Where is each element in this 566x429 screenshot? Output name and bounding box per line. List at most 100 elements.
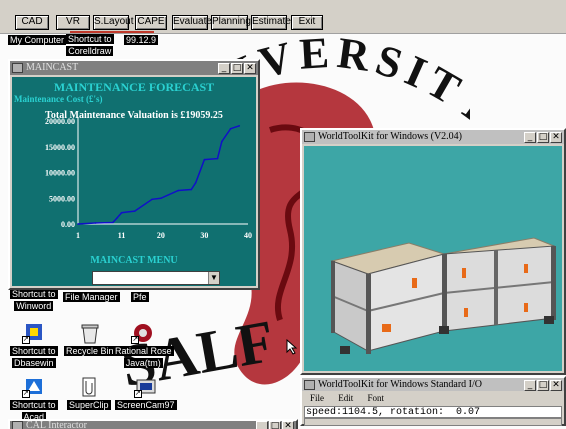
worldtoolkit-io-title: WorldToolKit for Windows Standard I/O bbox=[318, 379, 482, 390]
cape-button[interactable]: CAPE bbox=[135, 15, 167, 30]
close-button[interactable]: ✕ bbox=[550, 380, 562, 391]
window-menu-icon[interactable] bbox=[304, 132, 315, 142]
y-tick-label: 15000.00 bbox=[45, 143, 75, 152]
corel-label-1: Shortcut to bbox=[66, 34, 114, 44]
file-manager-label: File Manager bbox=[63, 292, 120, 302]
minimize-button[interactable]: _ bbox=[256, 421, 268, 429]
cost-series-line bbox=[77, 125, 240, 225]
desktop-icon-pfe[interactable]: Pfe bbox=[131, 291, 149, 303]
superclip-label: SuperClip bbox=[67, 400, 111, 410]
desktop-icon-screencam[interactable]: ↗ ScreenCam97 bbox=[115, 376, 177, 411]
dbasewin-label-1: Shortcut to bbox=[10, 346, 58, 356]
horizontal-scrollbar[interactable] bbox=[304, 418, 562, 426]
vr-viewport[interactable] bbox=[304, 146, 562, 371]
data-point bbox=[190, 188, 193, 191]
shortcut-arrow-icon: ↗ bbox=[21, 390, 30, 398]
my-computer-label: My Computer bbox=[8, 35, 67, 45]
window-menu-icon[interactable] bbox=[304, 380, 315, 390]
y-tick-label: 20000.00 bbox=[45, 117, 75, 126]
menu-edit[interactable]: Edit bbox=[338, 393, 353, 403]
x-tick-label: 1 bbox=[76, 231, 80, 240]
desktop-icon-rational-rose[interactable]: ↗ Rational Rose Java(tm) bbox=[113, 322, 174, 369]
recycle-bin-icon bbox=[78, 322, 102, 344]
exit-button[interactable]: Exit bbox=[291, 15, 323, 30]
application-toolbar: CAD VR S.Layout CAPE Evaluate Planning E… bbox=[0, 0, 566, 34]
cad-button[interactable]: CAD bbox=[15, 15, 49, 30]
data-point bbox=[203, 158, 206, 161]
data-point bbox=[151, 198, 153, 201]
data-point bbox=[216, 157, 219, 160]
maximize-button[interactable]: □ bbox=[231, 63, 243, 74]
vr-button[interactable]: VR bbox=[56, 15, 90, 30]
y-tick-label: 5000.00 bbox=[49, 194, 75, 203]
superclip-icon bbox=[77, 376, 101, 398]
desktop-icon-recycle-bin[interactable]: Recycle Bin bbox=[64, 322, 116, 357]
data-point bbox=[120, 211, 123, 214]
maximize-button[interactable]: □ bbox=[269, 421, 281, 429]
winword-label-1: Shortcut to bbox=[10, 289, 58, 299]
desktop-icon-winword[interactable]: Shortcut to Winword bbox=[10, 288, 58, 312]
desktop-icon-superclip[interactable]: SuperClip bbox=[67, 376, 111, 411]
estimate-button[interactable]: Estimate bbox=[251, 15, 291, 30]
desktop-icon-my-computer[interactable]: My Computer bbox=[8, 34, 67, 46]
cal-interactor-title: CAL Interactor bbox=[26, 420, 87, 429]
maincast-window[interactable]: MAINCAST _ □ ✕ MAINTENANCE FORECAST Main… bbox=[8, 59, 260, 290]
recycle-bin-label: Recycle Bin bbox=[64, 346, 116, 356]
x-tick-label: 20 bbox=[157, 231, 165, 240]
dbasewin-label-2: Dbasewin bbox=[12, 358, 56, 368]
data-point bbox=[194, 182, 197, 184]
maximize-button[interactable]: □ bbox=[537, 380, 549, 391]
s-layout-button[interactable]: S.Layout bbox=[93, 15, 133, 30]
worldtoolkit-title: WorldToolKit for Windows (V2.04) bbox=[318, 131, 463, 142]
data-point bbox=[94, 222, 97, 224]
menu-file[interactable]: File bbox=[310, 393, 324, 403]
x-tick-label: 11 bbox=[118, 231, 126, 240]
planning-button[interactable]: Planning bbox=[211, 15, 251, 30]
maincast-content: MAINTENANCE FORECAST Maintenance Cost (£… bbox=[12, 77, 256, 286]
menu-font[interactable]: Font bbox=[368, 393, 385, 403]
close-button[interactable]: ✕ bbox=[550, 132, 562, 143]
close-button[interactable]: ✕ bbox=[282, 421, 294, 429]
maincast-menu-select[interactable]: ▼ bbox=[92, 271, 220, 285]
desktop-icon-file-manager[interactable]: File Manager bbox=[63, 291, 120, 303]
desktop-icon-dbasewin[interactable]: ↗ Shortcut to Dbasewin bbox=[10, 322, 58, 369]
window-menu-icon[interactable] bbox=[12, 63, 23, 73]
acad-label-1: Shortcut to bbox=[10, 400, 58, 410]
dropdown-arrow-icon[interactable]: ▼ bbox=[208, 272, 219, 284]
io-output: speed:1104.5, rotation: 0.07 bbox=[304, 406, 562, 418]
data-point bbox=[221, 140, 223, 143]
shortcut-arrow-icon: ↗ bbox=[21, 336, 30, 344]
maximize-button[interactable]: □ bbox=[537, 132, 549, 143]
cal-interactor-window[interactable]: CAL Interactor _ □ ✕ bbox=[8, 419, 298, 429]
winword-label-2: Winword bbox=[14, 301, 54, 311]
y-tick-label: 0.00 bbox=[61, 220, 75, 229]
screencam-icon: ↗ bbox=[133, 376, 158, 398]
y-tick-label: 10000.00 bbox=[45, 169, 75, 178]
desktop-icon-top-right[interactable]: 99.12.9 bbox=[124, 34, 159, 46]
rational-rose-label-2: Java(tm) bbox=[123, 358, 163, 368]
evaluate-button[interactable]: Evaluate bbox=[172, 15, 212, 30]
data-point bbox=[229, 127, 232, 130]
dbasewin-icon: ↗ bbox=[21, 322, 46, 344]
rational-rose-icon: ↗ bbox=[131, 322, 155, 344]
data-point bbox=[238, 125, 241, 127]
minimize-button[interactable]: _ bbox=[524, 380, 536, 391]
maintenance-forecast-chart: 0.005000.0010000.0015000.0020000.001 11 20… bbox=[45, 117, 252, 240]
screencam-label: ScreenCam97 bbox=[115, 400, 177, 410]
desktop-icon-acad[interactable]: ↗ Shortcut to Acad bbox=[10, 376, 58, 423]
maincast-menu-label: MAINCAST MENU bbox=[90, 255, 178, 266]
worldtoolkit-io-window[interactable]: WorldToolKit for Windows Standard I/O _ … bbox=[300, 376, 566, 426]
data-point bbox=[116, 217, 119, 219]
mouse-cursor-icon bbox=[286, 339, 298, 355]
window-menu-icon[interactable] bbox=[12, 421, 23, 429]
close-button[interactable]: ✕ bbox=[244, 63, 256, 74]
acad-icon: ↗ bbox=[21, 376, 46, 398]
worldtoolkit-window[interactable]: WorldToolKit for Windows (V2.04) _ □ ✕ bbox=[300, 128, 566, 375]
corel-label-2: Corelldraw bbox=[66, 46, 114, 56]
x-tick-label: 40 bbox=[244, 231, 252, 240]
shortcut-arrow-icon: ↗ bbox=[131, 336, 140, 344]
minimize-button[interactable]: _ bbox=[524, 132, 536, 143]
minimize-button[interactable]: _ bbox=[218, 63, 230, 74]
desktop-icon-corel[interactable]: Shortcut to Corelldraw bbox=[66, 33, 114, 57]
cal-interactor-titlebar[interactable]: CAL Interactor bbox=[10, 421, 296, 429]
